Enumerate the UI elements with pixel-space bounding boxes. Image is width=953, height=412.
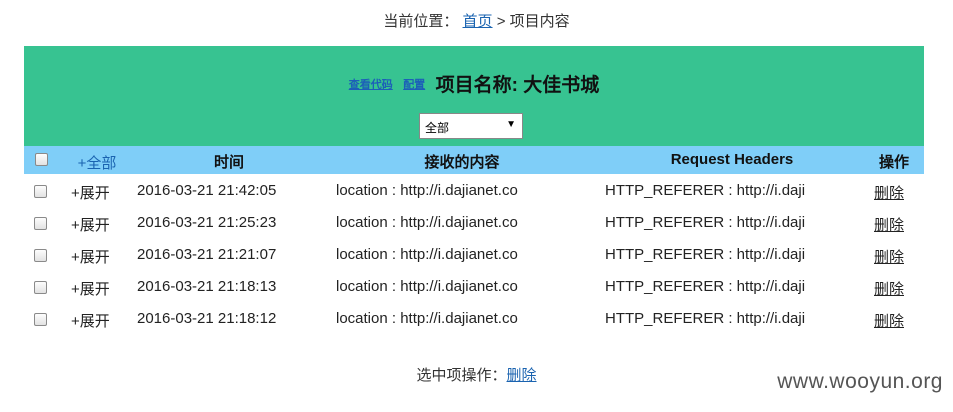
row-delete-link[interactable]: 删除 [874, 246, 904, 267]
table-row: +展开 2016-03-21 21:18:12 location : http:… [24, 304, 924, 336]
breadcrumb: 当前位置： 首页 > 项目内容 [0, 10, 953, 31]
row-checkbox[interactable] [34, 185, 47, 198]
bulk-delete-link[interactable]: 删除 [507, 367, 537, 384]
row-content: location : http://i.dajianet.co [336, 214, 518, 231]
row-request-headers: HTTP_REFERER : http://i.daji [605, 278, 806, 295]
expand-row-button[interactable]: +展开 [71, 246, 110, 267]
breadcrumb-current: 项目内容 [509, 13, 570, 30]
project-header: 查看代码 配置 项目名称: 大佳书城 全部 ▼ [24, 46, 924, 146]
row-time: 2016-03-21 21:21:07 [137, 246, 277, 263]
row-time: 2016-03-21 21:25:23 [137, 214, 277, 231]
row-checkbox[interactable] [34, 313, 47, 326]
row-delete-link[interactable]: 删除 [874, 310, 904, 331]
table-row: +展开 2016-03-21 21:42:05 location : http:… [24, 176, 924, 208]
row-time: 2016-03-21 21:18:12 [137, 310, 277, 327]
row-request-headers: HTTP_REFERER : http://i.daji [605, 214, 806, 231]
breadcrumb-home-link[interactable]: 首页 [463, 13, 493, 30]
row-request-headers: HTTP_REFERER : http://i.daji [605, 310, 806, 327]
filter-select[interactable]: 全部 ▼ [419, 113, 523, 139]
table-row: +展开 2016-03-21 21:25:23 location : http:… [24, 208, 924, 240]
expand-all-button[interactable]: +全部 [72, 152, 122, 173]
breadcrumb-separator: > [496, 13, 506, 30]
row-content: location : http://i.dajianet.co [336, 278, 518, 295]
project-title: 项目名称: 大佳书城 [435, 75, 600, 96]
table-row: +展开 2016-03-21 21:21:07 location : http:… [24, 240, 924, 272]
watermark: www.wooyun.org [777, 370, 943, 393]
row-content: location : http://i.dajianet.co [336, 182, 518, 199]
row-time: 2016-03-21 21:42:05 [137, 182, 277, 199]
row-checkbox[interactable] [34, 217, 47, 230]
expand-row-button[interactable]: +展开 [71, 310, 110, 331]
triangle-down-icon: ▼ [506, 119, 516, 130]
row-delete-link[interactable]: 删除 [874, 214, 904, 235]
column-header-action: 操作 [878, 154, 909, 171]
row-content: location : http://i.dajianet.co [336, 310, 518, 327]
row-delete-link[interactable]: 删除 [874, 182, 904, 203]
expand-row-button[interactable]: +展开 [71, 214, 110, 235]
table-row: +展开 2016-03-21 21:18:13 location : http:… [24, 272, 924, 304]
project-title-line: 查看代码 配置 项目名称: 大佳书城 [24, 70, 924, 97]
row-request-headers: HTTP_REFERER : http://i.daji [605, 182, 806, 199]
expand-row-button[interactable]: +展开 [71, 278, 110, 299]
view-code-link[interactable]: 查看代码 [349, 79, 393, 91]
row-delete-link[interactable]: 删除 [874, 278, 904, 299]
column-header-content: 接收的内容 [424, 154, 500, 171]
row-checkbox[interactable] [34, 281, 47, 294]
row-request-headers: HTTP_REFERER : http://i.daji [605, 246, 806, 263]
column-header-time: 时间 [213, 154, 244, 171]
breadcrumb-prefix: 当前位置： [383, 13, 459, 30]
table-header-row: +全部 时间 接收的内容 Request Headers 操作 [24, 146, 924, 174]
row-time: 2016-03-21 21:18:13 [137, 278, 277, 295]
bulk-actions-label: 选中项操作： [416, 367, 507, 384]
select-all-checkbox[interactable] [35, 153, 48, 166]
filter-select-value: 全部 [425, 121, 450, 135]
column-header-request-headers: Request Headers [670, 151, 794, 168]
row-content: location : http://i.dajianet.co [336, 246, 518, 263]
config-link[interactable]: 配置 [403, 79, 425, 91]
row-checkbox[interactable] [34, 249, 47, 262]
expand-row-button[interactable]: +展开 [71, 182, 110, 203]
